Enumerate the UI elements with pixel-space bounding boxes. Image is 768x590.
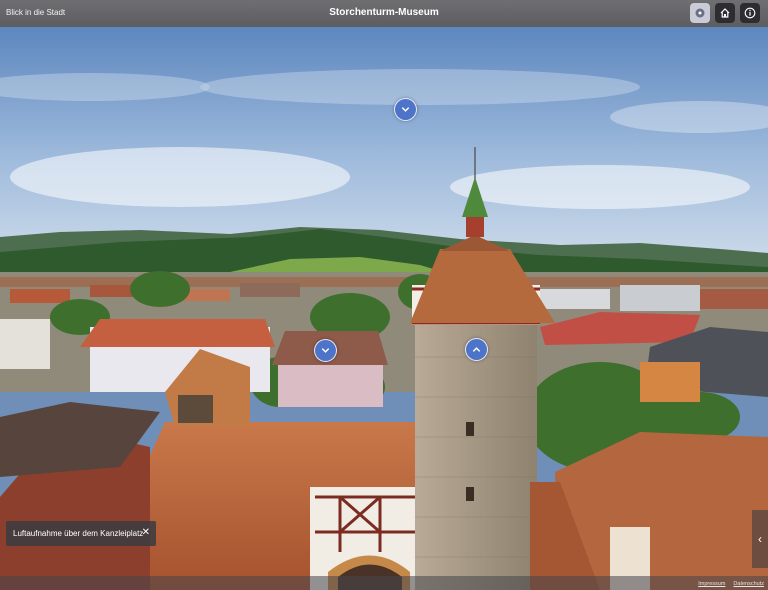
scene-caption: Luftaufnahme über dem Kanzleiplatz ✕ — [6, 521, 156, 546]
tower-shaft — [415, 322, 537, 590]
home-button[interactable] — [715, 3, 735, 23]
left-house — [0, 319, 50, 369]
orange-house — [640, 362, 700, 402]
share-icon — [695, 8, 705, 18]
hotspot-up[interactable] — [465, 338, 488, 361]
chevron-up-icon — [472, 347, 481, 352]
panorama-view[interactable] — [0, 27, 768, 590]
top-bar: Blick in die Stadt Storchenturm-Museum — [0, 0, 768, 27]
toolbar — [690, 3, 760, 23]
scene-caption-text: Luftaufnahme über dem Kanzleiplatz — [13, 529, 144, 538]
info-button[interactable] — [740, 3, 760, 23]
side-panel-toggle[interactable]: ‹ — [752, 510, 768, 568]
hotspot-down[interactable] — [314, 339, 337, 362]
footer-links: Impressum Datenschutz — [698, 581, 764, 587]
hotspot-down[interactable] — [394, 98, 417, 121]
dormer-window — [178, 395, 213, 423]
tower-window — [466, 422, 474, 436]
pink-house — [278, 359, 383, 407]
tower-spire-base — [466, 217, 484, 237]
info-icon — [744, 7, 756, 19]
chevron-down-icon — [321, 348, 330, 353]
share-button[interactable] — [690, 3, 710, 23]
chevron-down-icon — [401, 107, 410, 112]
bottom-bar — [0, 576, 768, 590]
white-house-roof — [80, 319, 275, 347]
close-icon[interactable]: ✕ — [142, 527, 150, 539]
privacy-link[interactable]: Datenschutz — [733, 581, 764, 587]
page-title: Storchenturm-Museum — [329, 7, 439, 18]
home-icon — [720, 8, 730, 18]
imprint-link[interactable]: Impressum — [698, 581, 725, 587]
tower-window — [466, 487, 474, 501]
